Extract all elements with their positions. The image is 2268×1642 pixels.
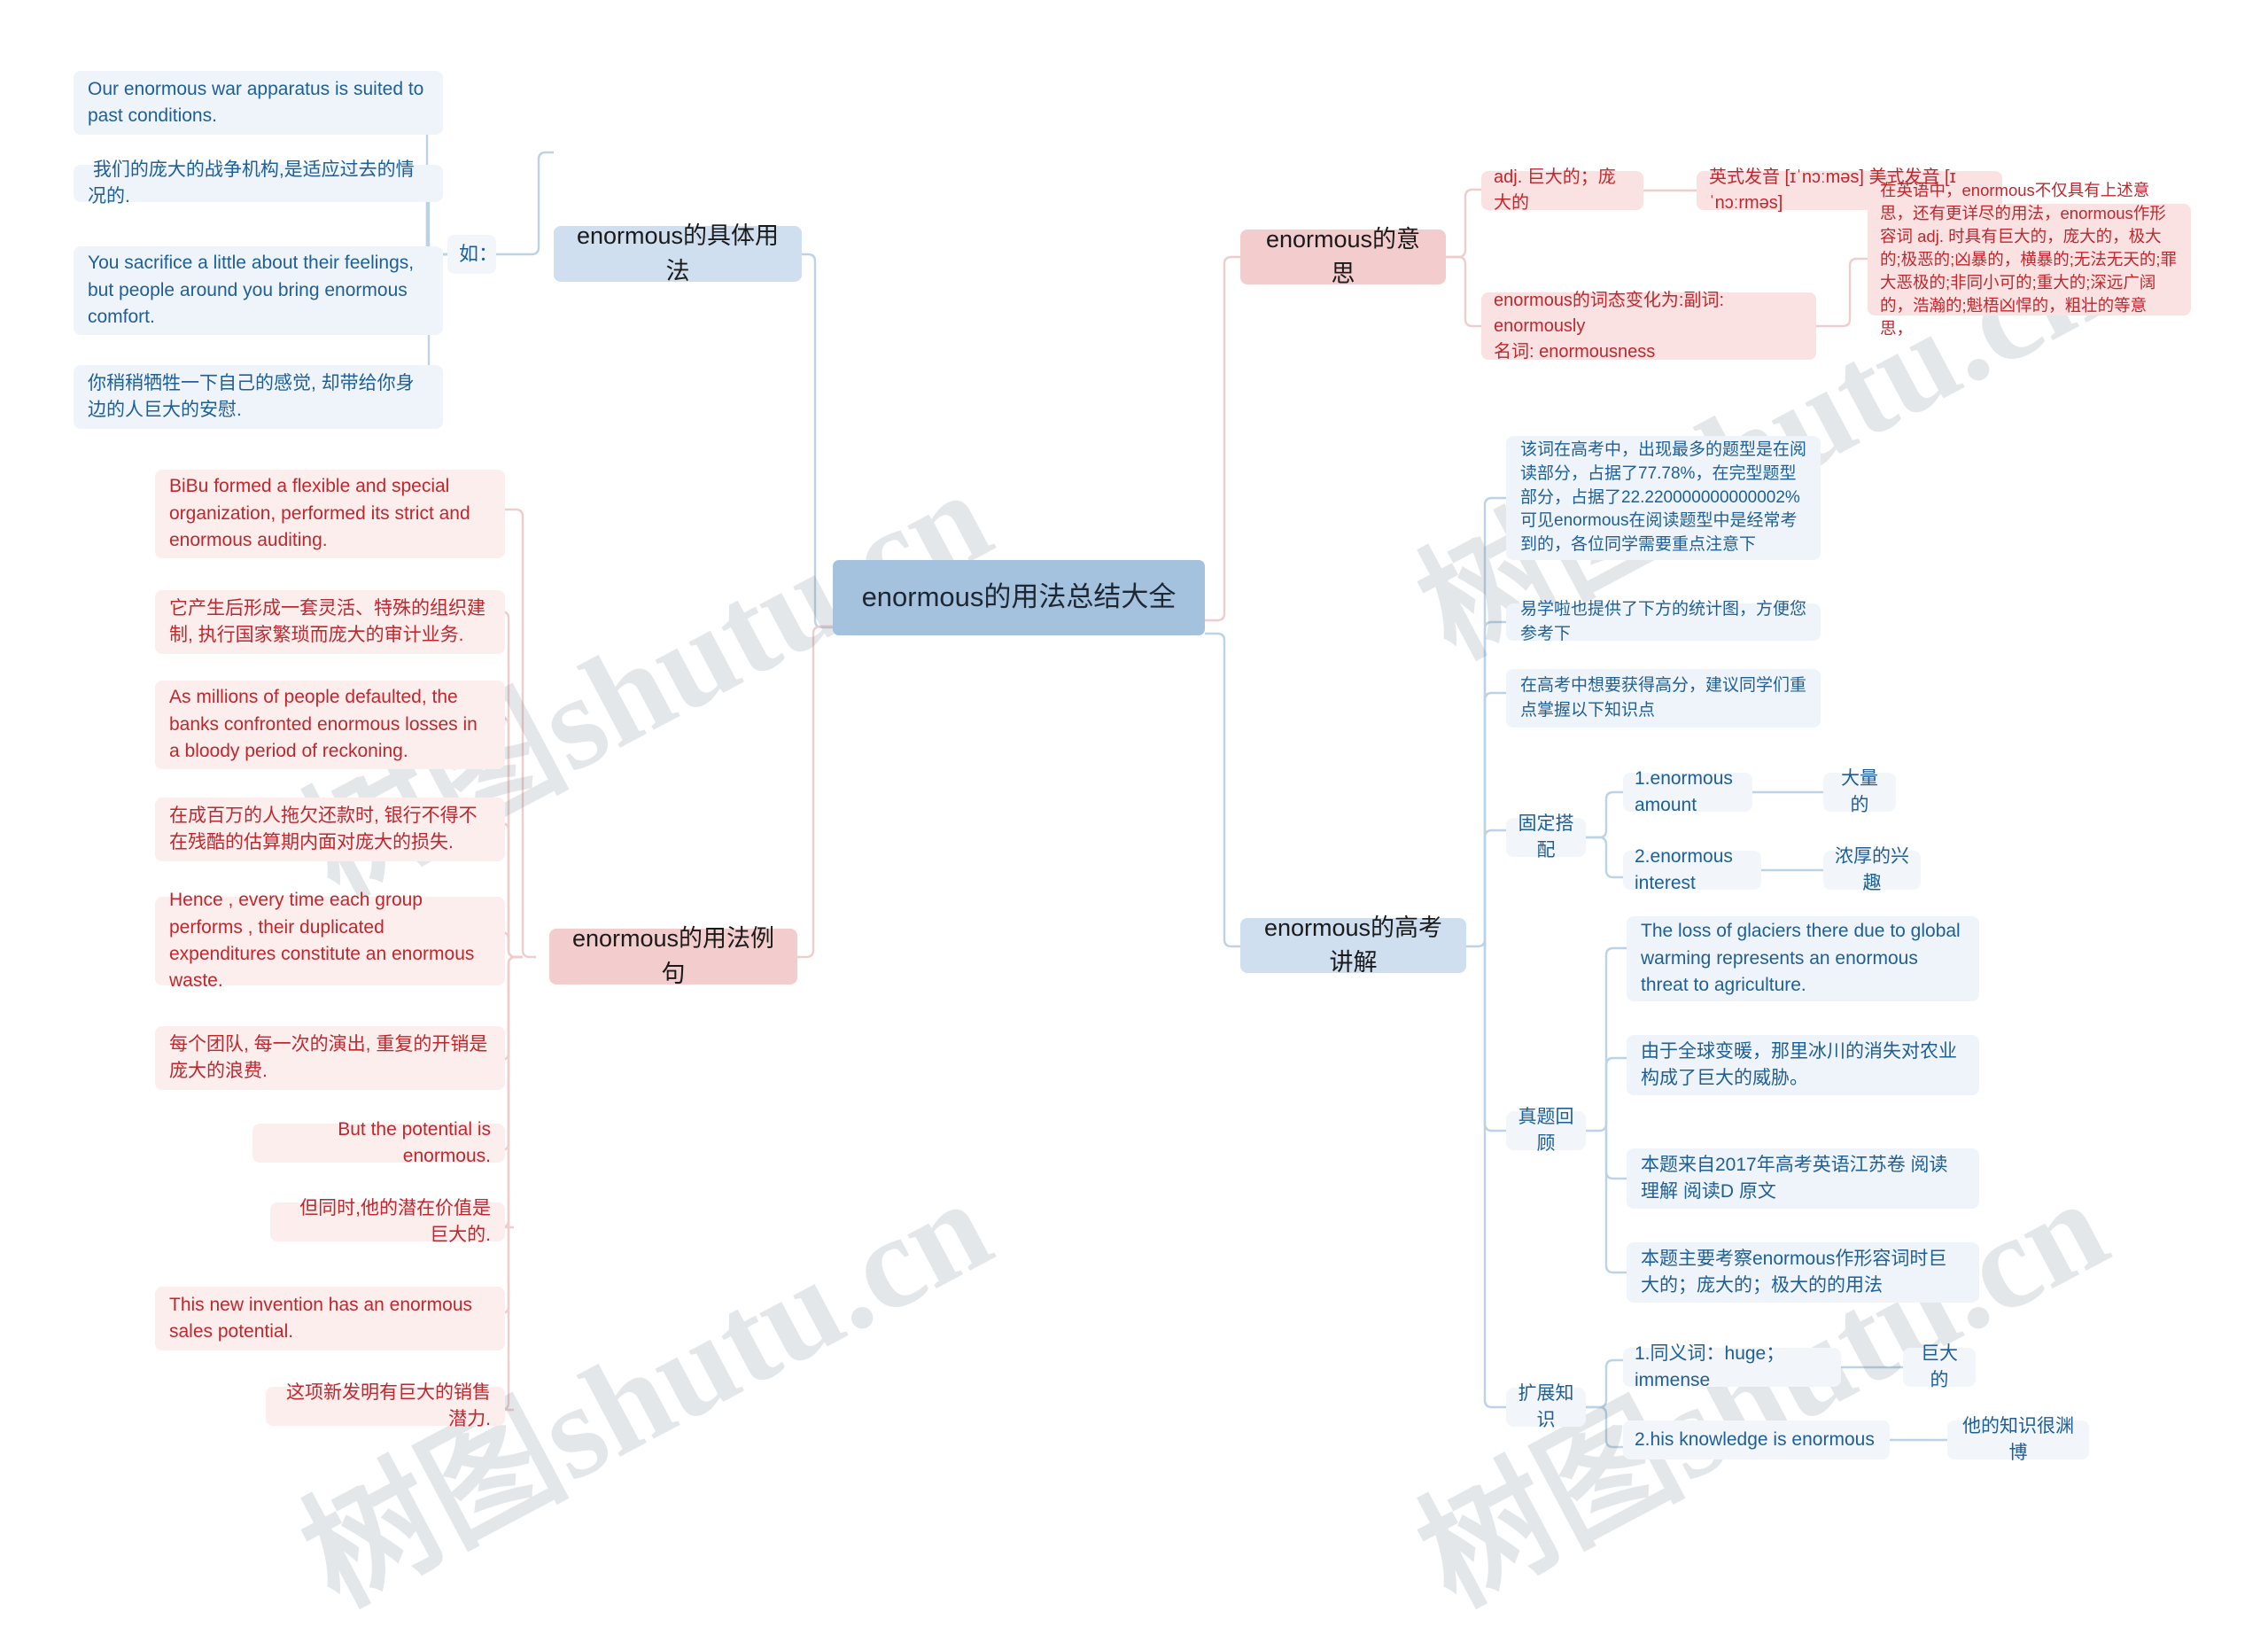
gaokao-intro-2-text: 易学啦也提供了下方的统计图，方便您参考下 (1520, 600, 1807, 643)
gaokao-intro-1-text: 该词在高考中，出现最多的题型是在阅读部分，占据了77.78%，在完型题型部分，占… (1520, 440, 1807, 555)
group-collocations[interactable]: 固定搭配 (1506, 813, 1586, 860)
example-pink-8[interactable]: 但同时,他的潜在价值是巨大的. (270, 1198, 505, 1245)
past-question-4[interactable]: 本题主要考察enormous作形容词时巨大的；庞大的；极大的的用法 (1627, 1242, 1979, 1303)
example-pink-9[interactable]: This new invention has an enormous sales… (155, 1287, 505, 1350)
meaning-detail-paragraph-text: 在英语中，enormous不仅具有上述意思，还有更详尽的用法，enormous作… (1880, 181, 2178, 338)
past-question-1[interactable]: The loss of glaciers there due to global… (1627, 916, 1979, 1001)
collocation-term-1-text: 1.enormous amount (1635, 767, 1738, 815)
example-pink-2[interactable]: 它产生后形成一套灵活、特殊的组织建制, 执行国家繁琐而庞大的审计业务. (155, 590, 505, 654)
collocation-meaning-1[interactable]: 大量的 (1823, 768, 1896, 815)
example-pink-5-text: Hence , every time each group performs ,… (169, 890, 480, 992)
example-pink-6[interactable]: 每个团队, 每一次的演出, 重复的开销是庞大的浪费. (155, 1026, 505, 1090)
extended-term-2-text: 2.his knowledge is enormous (1635, 1428, 1875, 1450)
example-pink-10-text: 这项新发明有巨大的销售潜力. (286, 1381, 491, 1429)
past-question-2-text: 由于全球变暖，那里冰川的消失对农业构成了巨大的威胁。 (1641, 1040, 1957, 1088)
branch-meaning[interactable]: enormous的意思 (1240, 226, 1446, 287)
example-blue-1[interactable]: Our enormous war apparatus is suited to … (74, 71, 443, 135)
example-blue-2-text: 我们的庞大的战争机构,是适应过去的情况的. (88, 159, 415, 206)
collocation-meaning-1-text: 大量的 (1841, 767, 1878, 815)
collocation-meaning-2-text: 浓厚的兴趣 (1835, 845, 1909, 893)
example-pink-9-text: This new invention has an enormous sales… (169, 1294, 478, 1342)
extended-term-1-text: 1.同义词：huge；immense (1635, 1342, 1785, 1390)
root-node[interactable]: enormous的用法总结大全 (833, 560, 1205, 635)
extended-meaning-1[interactable]: 巨大的 (1903, 1343, 1976, 1390)
root-title: enormous的用法总结大全 (861, 581, 1177, 613)
extended-meaning-2[interactable]: 他的知识很渊博 (1947, 1416, 2089, 1463)
group-collocations-label: 固定搭配 (1518, 813, 1574, 860)
extended-term-2[interactable]: 2.his knowledge is enormous (1623, 1420, 1890, 1459)
gaokao-intro-2[interactable]: 易学啦也提供了下方的统计图，方便您参考下 (1506, 600, 1821, 643)
example-blue-4-text: 你稍稍牺牲一下自己的感觉, 却带给你身边的人巨大的安慰. (88, 372, 415, 420)
example-pink-2-text: 它产生后形成一套灵活、特殊的组织建制, 执行国家繁琐而庞大的审计业务. (169, 597, 485, 645)
branch-gaokao[interactable]: enormous的高考讲解 (1240, 914, 1466, 976)
example-blue-3-text: You sacrifice a little about their feeli… (88, 253, 419, 328)
example-pink-6-text: 每个团队, 每一次的演出, 重复的开销是庞大的浪费. (169, 1033, 488, 1081)
group-past-questions-label: 真题回顾 (1518, 1106, 1574, 1154)
group-extended-knowledge-label: 扩展知识 (1518, 1382, 1574, 1430)
past-question-3[interactable]: 本题来自2017年高考英语江苏卷 阅读理解 阅读D 原文 (1627, 1148, 1979, 1209)
branch-specific-usage[interactable]: enormous的具体用法 (554, 222, 802, 284)
collocation-meaning-2[interactable]: 浓厚的兴趣 (1823, 846, 1921, 893)
meaning-adj[interactable]: adj. 巨大的；庞大的 (1481, 167, 1643, 213)
example-pink-7[interactable]: But the potential is enormous. (252, 1119, 505, 1166)
example-blue-3[interactable]: You sacrifice a little about their feeli… (74, 246, 443, 335)
example-blue-1-text: Our enormous war apparatus is suited to … (88, 78, 430, 126)
collocation-term-2[interactable]: 2.enormous interest (1623, 846, 1761, 893)
example-blue-4[interactable]: 你稍稍牺牲一下自己的感觉, 却带给你身边的人巨大的安慰. (74, 365, 443, 429)
example-pink-4[interactable]: 在成百万的人拖欠还款时, 银行不得不在残酷的估算期内面对庞大的损失. (155, 798, 505, 861)
branch-example-sentences-label: enormous的用法例句 (571, 925, 775, 987)
mindmap-canvas: 树图shutu.cn 树图shutu.cn 树图shutu.cn 树图shutu… (0, 0, 2268, 1633)
group-past-questions[interactable]: 真题回顾 (1506, 1107, 1586, 1154)
extended-meaning-2-text: 他的知识很渊博 (1962, 1415, 2074, 1463)
example-blue-2[interactable]: 我们的庞大的战争机构,是适应过去的情况的. (74, 160, 443, 206)
past-question-3-text: 本题来自2017年高考英语江苏卷 阅读理解 阅读D 原文 (1641, 1154, 1948, 1202)
branch-meaning-label: enormous的意思 (1265, 225, 1421, 287)
branch-example-sentences[interactable]: enormous的用法例句 (549, 925, 797, 987)
example-pink-1[interactable]: BiBu formed a flexible and special organ… (155, 470, 505, 558)
past-question-4-text: 本题主要考察enormous作形容词时巨大的；庞大的；极大的的用法 (1641, 1248, 1947, 1296)
extended-term-1[interactable]: 1.同义词：huge；immense (1623, 1343, 1841, 1390)
meaning-word-forms[interactable]: enormous的词态变化为:副词: enormously 名词: enormo… (1481, 291, 1816, 362)
gaokao-intro-1[interactable]: 该词在高考中，出现最多的题型是在阅读部分，占据了77.78%，在完型题型部分，占… (1506, 436, 1821, 560)
collocation-term-1[interactable]: 1.enormous amount (1623, 768, 1752, 815)
example-pink-8-text: 但同时,他的潜在价值是巨大的. (299, 1197, 491, 1245)
past-question-2[interactable]: 由于全球变暖，那里冰川的消失对农业构成了巨大的威胁。 (1627, 1035, 1979, 1095)
branch-gaokao-label: enormous的高考讲解 (1263, 914, 1443, 976)
collocation-term-2-text: 2.enormous interest (1635, 845, 1738, 893)
gaokao-intro-3[interactable]: 在高考中想要获得高分，建议同学们重点掌握以下知识点 (1506, 669, 1821, 728)
extended-meaning-1-text: 巨大的 (1921, 1342, 1958, 1390)
example-pink-10[interactable]: 这项新发明有巨大的销售潜力. (266, 1382, 505, 1429)
example-pink-3-text: As millions of people defaulted, the ban… (169, 687, 483, 762)
example-pink-7-text: But the potential is enormous. (338, 1118, 496, 1166)
example-pink-1-text: BiBu formed a flexible and special organ… (169, 476, 476, 551)
example-pink-5[interactable]: Hence , every time each group performs ,… (155, 890, 505, 991)
meaning-adj-text: adj. 巨大的；庞大的 (1494, 167, 1616, 213)
branch-specific-usage-label: enormous的具体用法 (576, 222, 780, 284)
connector-label-ru-text: 如： (459, 243, 499, 266)
connector-label-ru[interactable]: 如： (447, 235, 499, 274)
meaning-detail-paragraph[interactable]: 在英语中，enormous不仅具有上述意思，还有更详尽的用法，enormous作… (1868, 181, 2191, 338)
example-pink-4-text: 在成百万的人拖欠还款时, 银行不得不在残酷的估算期内面对庞大的损失. (169, 805, 478, 852)
past-question-1-text: The loss of glaciers there due to global… (1641, 921, 1966, 996)
gaokao-intro-3-text: 在高考中想要获得高分，建议同学们重点掌握以下知识点 (1520, 676, 1807, 720)
example-pink-3[interactable]: As millions of people defaulted, the ban… (155, 681, 505, 769)
group-extended-knowledge[interactable]: 扩展知识 (1506, 1383, 1586, 1430)
meaning-word-forms-text: enormous的词态变化为:副词: enormously 名词: enormo… (1494, 290, 1725, 362)
